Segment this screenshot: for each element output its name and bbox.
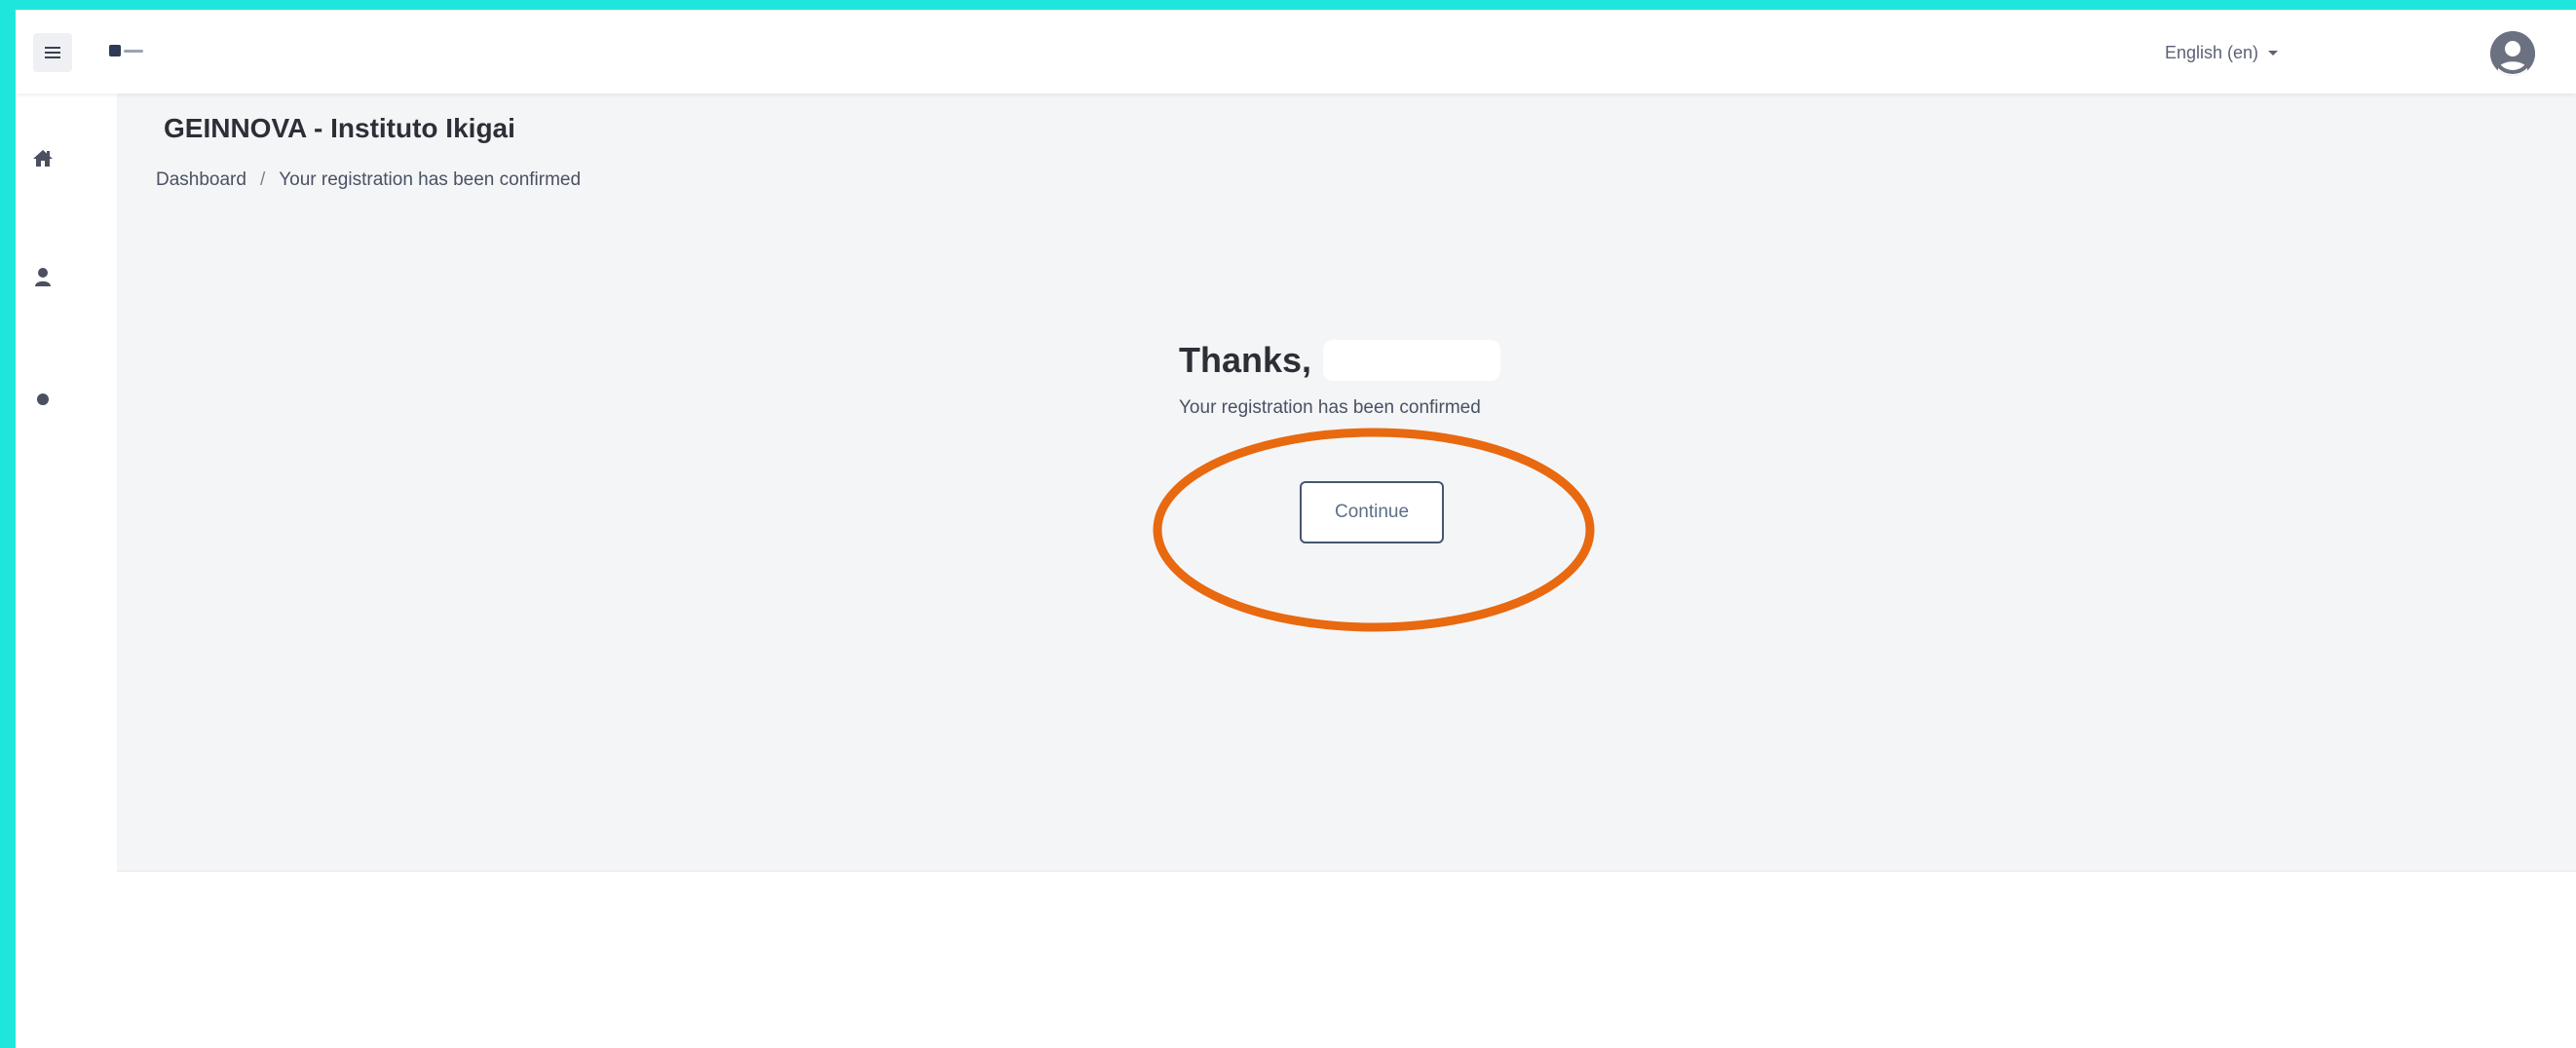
breadcrumb-dashboard-link[interactable]: Dashboard	[156, 169, 246, 191]
logo-text-mark	[124, 49, 143, 53]
hamburger-icon	[45, 47, 60, 58]
logo-mark	[109, 45, 121, 56]
breadcrumb-separator: /	[259, 169, 266, 190]
redacted-name	[1323, 340, 1500, 381]
continue-button[interactable]: Continue	[1300, 481, 1444, 543]
dot-icon[interactable]	[31, 388, 55, 411]
breadcrumb: Dashboard / Your registration has been c…	[156, 169, 581, 191]
confirmation-notice: Thanks, Your registration has been confi…	[1179, 337, 1500, 419]
left-icon-rail	[16, 94, 70, 1048]
site-logo[interactable]	[109, 43, 148, 58]
breadcrumb-current: Your registration has been confirmed	[279, 169, 582, 190]
page-title: GEINNOVA - Instituto Ikigai	[164, 113, 515, 143]
home-icon[interactable]	[31, 146, 55, 169]
language-label: English (en)	[2165, 42, 2259, 62]
browser-frame: English (en) GEINNOVA - Instituto Ikigai…	[16, 10, 2576, 1048]
menu-toggle-button[interactable]	[33, 33, 72, 72]
user-avatar-icon[interactable]	[2490, 31, 2535, 76]
user-icon[interactable]	[31, 265, 55, 288]
confirmation-message: Your registration has been confirmed	[1179, 397, 1481, 418]
top-navbar: English (en)	[16, 10, 2576, 94]
thanks-row: Thanks,	[1179, 337, 1500, 384]
caret-down-icon	[2268, 50, 2279, 56]
language-selector[interactable]: English (en)	[2165, 39, 2279, 66]
main-content: GEINNOVA - Instituto Ikigai Dashboard / …	[117, 94, 2576, 872]
thanks-heading: Thanks,	[1179, 340, 1312, 380]
